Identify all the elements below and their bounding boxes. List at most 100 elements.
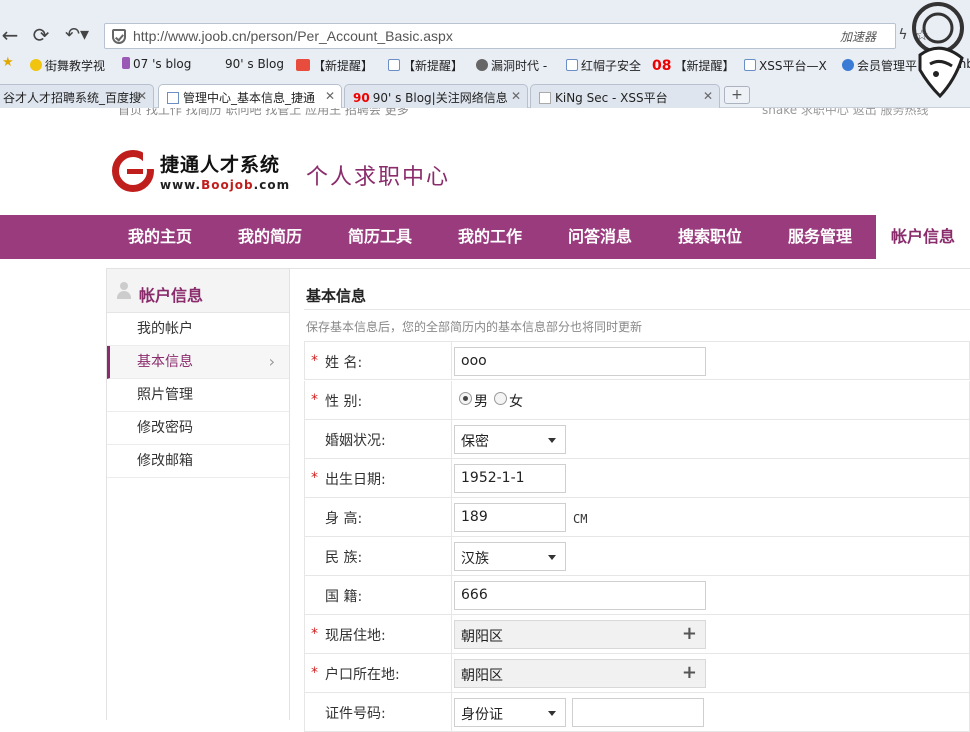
sidebar-header: 帐户信息	[107, 269, 289, 313]
site-top-links: 首页 找工作 找简历 职问吧 找管上 应用王 招聘会 更多 shake 求职中心…	[0, 108, 970, 120]
nav-messages[interactable]: 问答消息	[546, 215, 654, 259]
browser-tab[interactable]: KiNg Sec - XSS平台 ✕	[530, 84, 720, 108]
brand-site: www.Boojob.com	[160, 178, 291, 192]
browser-tab[interactable]: 谷才人才招聘系统_百度搜 ✕	[0, 84, 154, 108]
address-bar[interactable]: http://www.joob.cn/person/Per_Account_Ba…	[104, 23, 896, 49]
accelerator-button[interactable]: 加速器	[840, 28, 876, 45]
sidebar-item-photo[interactable]: 照片管理	[107, 379, 289, 412]
required-mark: *	[311, 353, 318, 369]
chevron-down-icon	[548, 555, 556, 560]
section-title: 基本信息	[306, 287, 367, 305]
bookmark-item[interactable]: 漏洞时代 -	[476, 57, 547, 74]
gender-female-label[interactable]: 女	[509, 391, 523, 411]
site-favicon-icon: 90	[353, 91, 370, 105]
close-icon[interactable]: ✕	[703, 89, 713, 103]
nav-resume-tools[interactable]: 简历工具	[326, 215, 434, 259]
residence-picker[interactable]: 朝阳区 +	[454, 620, 706, 649]
user-icon	[116, 282, 132, 300]
form-row-hukou: * 户口所在地: 朝阳区 +	[304, 654, 970, 693]
plus-icon[interactable]: +	[682, 664, 697, 682]
blank-favicon-icon	[210, 57, 222, 69]
nav-service[interactable]: 服务管理	[766, 215, 874, 259]
bookmark-item[interactable]: 红帽子安全	[566, 57, 641, 74]
document-icon	[566, 59, 578, 71]
sidebar-item-email[interactable]: 修改邮箱	[107, 445, 289, 478]
marital-select[interactable]: 保密	[454, 425, 566, 454]
new-tab-button[interactable]: +	[724, 86, 750, 104]
address-url[interactable]: http://www.joob.cn/person/Per_Account_Ba…	[133, 28, 453, 44]
top-links-left[interactable]: 首页 找工作 找简历 职问吧 找管上 应用王 招聘会 更多	[118, 108, 409, 118]
birth-label: 出生日期:	[325, 472, 386, 488]
bookmark-item[interactable]: 【新提醒】	[296, 57, 373, 74]
page-header-title: 个人求职中心	[306, 165, 451, 190]
bookmark-item[interactable]: 【新提醒】	[388, 57, 463, 74]
gender-female-radio[interactable]	[494, 392, 507, 405]
required-mark: *	[311, 626, 318, 642]
nationality-input[interactable]: 666	[454, 581, 706, 610]
field-label-cell: 国 籍:	[305, 576, 452, 614]
sidebar-item-password[interactable]: 修改密码	[107, 412, 289, 445]
bookmark-item[interactable]: XSS平台—X	[744, 57, 827, 74]
nav-resume[interactable]: 我的简历	[216, 215, 324, 259]
sidebar-item-basic-info[interactable]: 基本信息 ›	[107, 346, 289, 379]
name-label: 姓 名:	[325, 355, 363, 371]
ram-mascot-icon	[912, 2, 964, 99]
close-icon[interactable]: ✕	[511, 89, 521, 103]
nav-my-jobs[interactable]: 我的工作	[436, 215, 544, 259]
refresh-icon[interactable]: ⟳	[28, 22, 54, 48]
height-unit: CM	[573, 512, 588, 526]
site-favicon-icon	[122, 57, 130, 69]
bookmark-item[interactable]: 08 【新提醒】	[652, 57, 735, 74]
undo-dropdown-icon[interactable]: ↶▾	[60, 22, 94, 48]
name-input[interactable]: ooo	[454, 347, 706, 376]
bookmark-item[interactable]: 07 's blog	[122, 57, 191, 71]
top-links-right[interactable]: shake 求职中心 返出 服务热线	[762, 108, 929, 118]
field-label-cell: 民 族:	[305, 537, 452, 575]
main-nav: 我的主页 我的简历 简历工具 我的工作 问答消息 搜索职位 服务管理 帐户信息	[0, 215, 970, 259]
form-row-name: * 姓 名: ooo	[304, 341, 970, 380]
browser-tab[interactable]: 90 90' s Blog|关注网络信息 ✕	[344, 84, 528, 108]
site-favicon-icon: 08	[652, 58, 672, 74]
hukou-picker[interactable]: 朝阳区 +	[454, 659, 706, 688]
close-icon[interactable]: ✕	[137, 89, 147, 103]
plus-icon[interactable]: +	[682, 625, 697, 643]
birth-date-input[interactable]: 1952-1-1	[454, 464, 566, 493]
bookmark-item[interactable]: 90' s Blog	[210, 57, 284, 71]
bookmark-item[interactable]: 街舞教学视	[30, 57, 105, 74]
nav-account-info[interactable]: 帐户信息	[876, 215, 970, 259]
sidebar-item-my-account[interactable]: 我的帐户	[107, 313, 289, 346]
chevron-right-icon: ›	[268, 352, 275, 371]
marital-label: 婚姻状况:	[325, 433, 386, 449]
required-mark: *	[311, 470, 318, 486]
close-icon[interactable]: ✕	[325, 89, 335, 103]
field-label-cell: * 性 别:	[305, 381, 452, 419]
security-shield-icon	[112, 29, 126, 44]
nav-search-jobs[interactable]: 搜索职位	[656, 215, 764, 259]
form-row-residence: * 现居住地: 朝阳区 +	[304, 615, 970, 654]
id-number-input[interactable]	[572, 698, 704, 727]
section-divider	[304, 309, 970, 310]
field-label-cell: * 姓 名:	[305, 342, 452, 380]
ethnic-select[interactable]: 汉族	[454, 542, 566, 571]
required-mark: *	[311, 665, 318, 681]
back-arrow-icon[interactable]: ←	[0, 22, 20, 48]
browser-tab-active[interactable]: 管理中心_基本信息_捷通 ✕	[158, 84, 342, 108]
form-row-ethnic: 民 族: 汉族	[304, 537, 970, 576]
field-label-cell: 婚姻状况:	[305, 420, 452, 458]
residence-label: 现居住地:	[325, 628, 386, 644]
field-label-cell: * 户口所在地:	[305, 654, 452, 692]
gender-male-label[interactable]: 男	[474, 391, 488, 411]
tab-title: 谷才人才招聘系统_百度搜	[3, 91, 142, 105]
gender-male-radio[interactable]	[459, 392, 472, 405]
smiley-icon	[30, 59, 42, 71]
id-type-select[interactable]: 身份证	[454, 698, 566, 727]
field-label-cell: 证件号码:	[305, 693, 452, 731]
nav-home[interactable]: 我的主页	[106, 215, 214, 259]
boojob-logo-icon	[112, 149, 161, 192]
ethnic-label: 民 族:	[325, 550, 363, 566]
bookmarks-bar: ★ 街舞教学视 07 's blog 90' s Blog 【新提醒】 【新提醒…	[0, 54, 970, 78]
height-input[interactable]: 189	[454, 503, 566, 532]
sidebar-title: 帐户信息	[139, 286, 204, 305]
field-label-cell: * 出生日期:	[305, 459, 452, 497]
chevron-down-icon	[548, 438, 556, 443]
